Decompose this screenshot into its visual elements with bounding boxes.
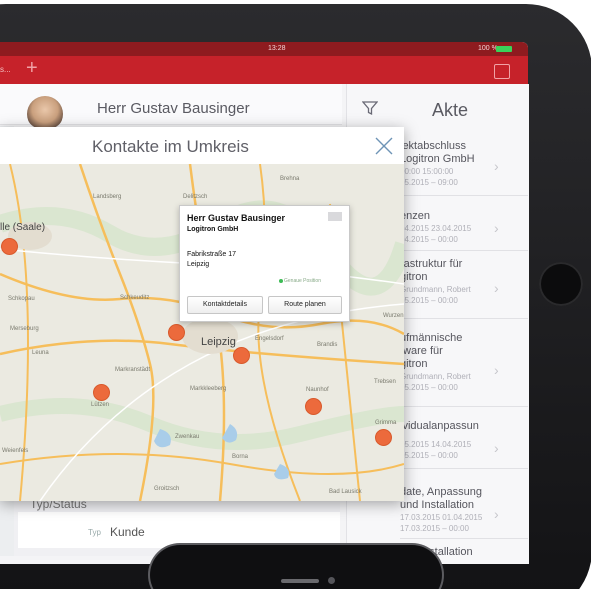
chevron-right-icon: › [494,506,499,522]
map-label: Lützen [91,402,110,408]
map-label: Landsberg [93,194,122,200]
chevron-right-icon: › [494,158,499,174]
akte-item-meta: 05.2015 – 09:00 [400,178,458,187]
akte-item-title: ividualanpassun [400,420,479,432]
popup-street: Fabrikstraße 17 [187,251,237,258]
map-label: Groitzsch [154,486,180,492]
akte-item[interactable]: rastruktur für gitron Grundmann, Robert … [400,258,528,319]
map-label: Leuna [32,350,49,356]
contact-pin[interactable] [93,384,110,401]
akte-item[interactable]: enzen 04.2015 23.04.2015 04.2015 – 00:00 [400,210,528,251]
contact-details-button[interactable]: Kontaktdetails [187,296,263,314]
battery-icon [496,46,512,52]
status-bar: 13:28 100 % [0,42,528,56]
dock-handle [281,579,319,583]
akte-item-meta: 05.2015 – 00:00 [400,383,458,392]
akte-item-title: date, Anpassung [400,486,482,498]
akte-item-title: gitron [400,358,428,370]
map-label: Weienfels [2,448,29,454]
map-label: Delitzsch [183,194,208,200]
akte-title: Akte [432,100,469,120]
map-label: Bad Lausick [329,489,362,495]
akte-item[interactable]: Installation [420,546,548,560]
popup-company: Logitron GmbH [187,226,239,233]
akte-item[interactable]: ividualanpassun 05.2015 14.04.2015 05.20… [400,420,528,469]
contact-pin[interactable] [375,429,392,446]
akte-item-meta: 04.2015 – 00:00 [400,235,458,244]
map-label: Naunhof [306,387,329,393]
contact-pin[interactable] [1,238,18,255]
home-button[interactable] [539,262,583,306]
typ-row[interactable] [18,512,340,548]
map-label: Grimma [375,420,397,426]
map-label: Leipzig [201,336,236,348]
status-time: 13:28 [268,45,286,52]
modal-header: Kontakte im Umkreis [0,127,404,165]
chevron-right-icon: › [494,362,499,378]
map-label: Merseburg [10,326,39,332]
map-label: Wurzen [383,313,404,319]
map-label: Engelsdorf [255,336,284,342]
battery-percentage: 100 % [478,45,498,52]
nav-bar: s... + [0,56,528,84]
modal-title: Kontakte im Umkreis [92,137,249,156]
akte-item-title: Logitron GmbH [400,153,475,165]
akte-item[interactable]: jektabschluss Logitron GmbH 00:00 15:00:… [400,140,528,196]
map-label: Markkleeberg [190,386,227,392]
akte-item-meta: 17.03.2015 01.04.2015 [400,513,483,522]
map-label: Trebsen [374,379,396,385]
contact-pin[interactable] [305,398,322,415]
akte-item-title: und Installation [400,499,474,511]
akte-item-meta: Grundmann, Robert [400,285,471,294]
akte-item-title: enzen [400,210,430,222]
photo-thumbnail-icon [328,212,342,221]
chevron-right-icon: › [494,440,499,456]
add-icon[interactable]: + [26,57,38,80]
map-label: Schkopau [8,296,35,302]
map-label: Zwenkau [175,434,200,440]
akte-item-meta: Grundmann, Robert [400,372,471,381]
popup-contact-name: Herr Gustav Bausinger [187,213,286,223]
akte-item-title: Installation [420,546,473,558]
contact-info-popup: Herr Gustav Bausinger Logitron GmbH Fabr… [179,205,350,322]
map-label: Schkeuditz [120,295,150,301]
close-icon[interactable] [374,136,394,156]
typ-value: Kunde [110,525,145,539]
contact-pin[interactable] [233,347,250,364]
tablet-screenshot: 13:28 100 % s... + Herr Gustav Bausinger… [0,0,591,589]
akte-item-title: ufmännische [400,332,463,344]
akte-item-title: rastruktur für [400,258,463,270]
akte-item-meta: 05.2015 – 00:00 [400,451,458,460]
dock-dot [328,577,335,584]
logout-icon[interactable] [494,64,510,79]
breadcrumb[interactable]: s... [0,65,11,74]
akte-item-title: jektabschluss [400,140,467,152]
akte-item-meta: 05.2015 – 00:00 [400,296,458,305]
map-label: Brehna [280,176,300,182]
contact-name: Herr Gustav Bausinger [97,100,250,117]
akte-item-meta: 17.03.2015 – 00:00 [400,524,469,533]
exact-position-label: Genaue Position [284,278,321,284]
akte-item[interactable]: date, Anpassung und Installation 17.03.2… [400,486,528,539]
akte-item-meta: 04.2015 23.04.2015 [400,224,472,233]
plan-route-button[interactable]: Route planen [268,296,342,314]
popup-city: Leipzig [187,261,210,268]
akte-item-meta: 05.2015 14.04.2015 [400,440,472,449]
akte-item-title: tware für [400,345,443,357]
map-label: Borna [232,454,249,460]
contact-pin[interactable] [168,324,185,341]
map-label: Brandis [317,342,338,348]
chevron-right-icon: › [494,220,499,236]
typ-key: Typ [88,528,101,537]
filter-icon[interactable] [362,100,378,116]
exact-position-dot-icon [279,279,283,283]
akte-item[interactable]: ufmännische tware für gitron Grundmann, … [400,332,528,407]
akte-item-meta: 00:00 15:00:00 [400,167,454,176]
map-label: Markranstädt [115,367,151,373]
akte-item-title: gitron [400,271,428,283]
chevron-right-icon: › [494,280,499,296]
map-label: lle (Saale) [0,222,46,233]
